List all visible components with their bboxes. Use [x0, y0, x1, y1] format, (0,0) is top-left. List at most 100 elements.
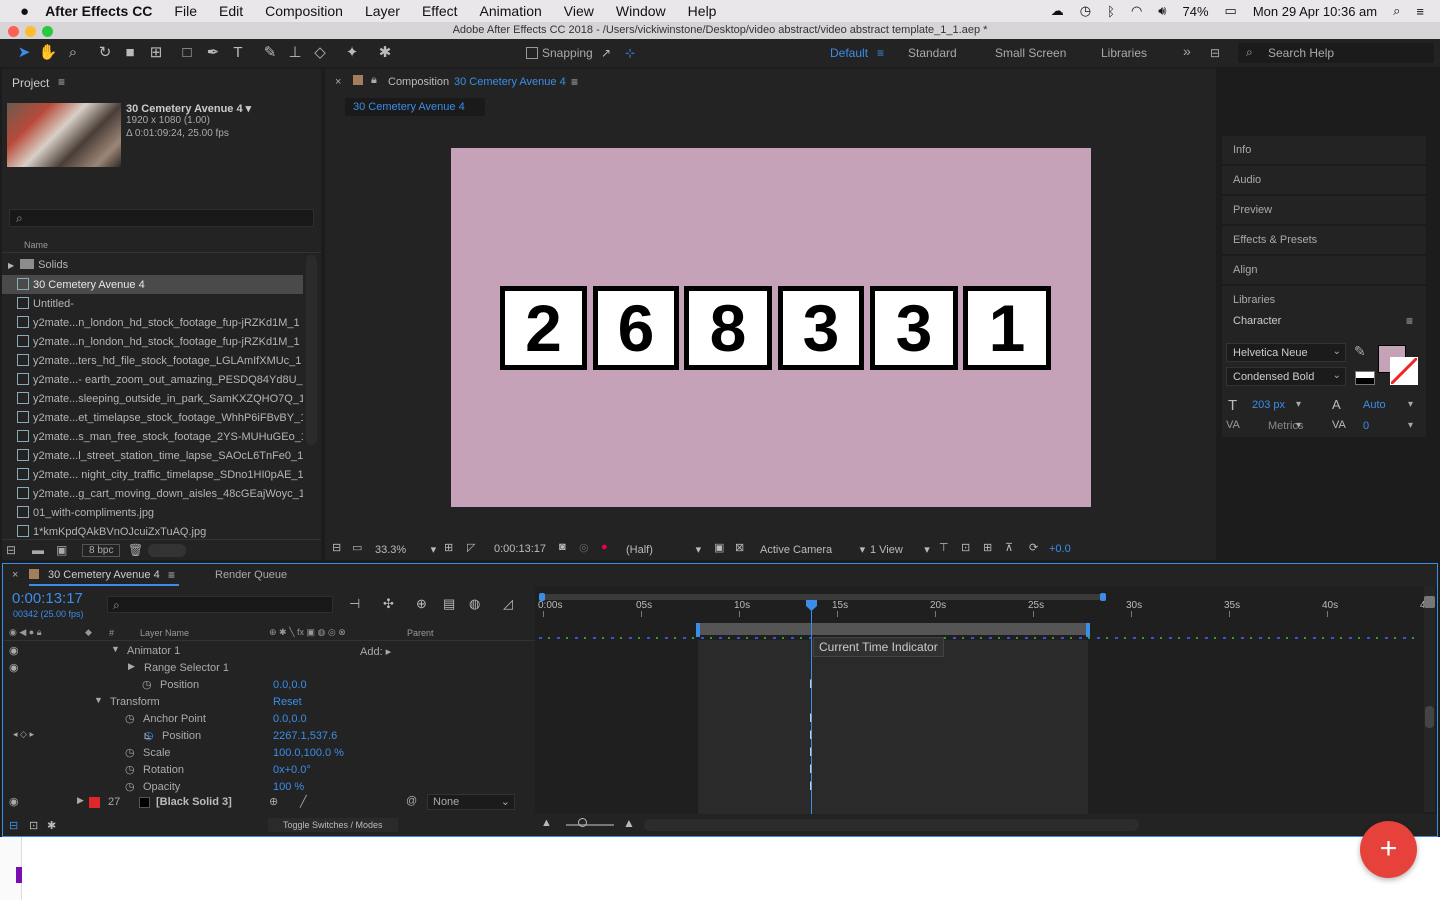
flowchart-view-icon[interactable]: ⊼: [1005, 541, 1013, 554]
workspace-libraries[interactable]: Libraries: [1101, 46, 1147, 60]
property-row[interactable]: ◷ ◂ ◇ ▸ ⊾ Position 2267.1,537.6: [3, 728, 535, 745]
motion-blur-icon[interactable]: ◍: [469, 596, 480, 612]
workspace-menu-icon[interactable]: ≡: [877, 46, 884, 60]
resolution-dropdown[interactable]: (Half) ▾: [626, 543, 701, 556]
tracking-value[interactable]: 0: [1363, 420, 1369, 432]
name-column-header[interactable]: Name: [24, 240, 48, 250]
property-value[interactable]: 100 %: [273, 781, 304, 793]
close-window-button[interactable]: [8, 26, 19, 37]
parent-header[interactable]: Parent: [407, 628, 434, 638]
property-row[interactable]: ◷ Scale 100.0,100.0 %: [3, 745, 535, 762]
expand-triangle-icon[interactable]: ▶: [77, 795, 84, 806]
draft-3d-icon[interactable]: ✣: [383, 596, 394, 612]
expand-triangle-icon[interactable]: ▶: [128, 661, 135, 672]
comp-canvas[interactable]: 2 6 8 3 3 1: [451, 148, 1091, 507]
quality-switch-icon[interactable]: ╱: [300, 795, 307, 808]
zoom-dropdown[interactable]: 33.3% ▾: [375, 543, 436, 556]
project-zoom-slider[interactable]: [148, 544, 186, 557]
pan-behind-tool-icon[interactable]: ⊞: [146, 43, 166, 63]
comp-mini-flowchart-icon[interactable]: ⊣: [349, 596, 360, 612]
snap-features-icon[interactable]: ⊹: [620, 43, 640, 63]
shy-layers-icon[interactable]: ⊕: [416, 596, 427, 612]
keyframe-ibeam-marker[interactable]: I: [809, 779, 812, 793]
layer-label-color[interactable]: [89, 797, 100, 808]
project-item[interactable]: y2mate...et_timelapse_stock_footage_WhhP…: [2, 408, 303, 427]
project-item[interactable]: y2mate...n_london_hd_stock_footage_fup-j…: [2, 313, 303, 332]
pickwhip-icon[interactable]: @: [406, 795, 417, 807]
zoom-in-icon[interactable]: ▲: [623, 816, 635, 830]
panel-audio[interactable]: Audio: [1222, 166, 1426, 195]
menu-edit[interactable]: Edit: [219, 3, 243, 19]
snapshot-icon[interactable]: ◙: [559, 541, 566, 553]
panel-align[interactable]: Align: [1222, 256, 1426, 285]
brush-tool-icon[interactable]: ✎: [260, 43, 280, 63]
layer-row[interactable]: ◉ ▶ 27 [Black Solid 3] ⊕ ╱ @ None ⌄: [3, 794, 535, 811]
property-value[interactable]: 0.0,0.0: [273, 713, 307, 725]
keyframe-ibeam-marker[interactable]: I: [809, 677, 812, 691]
close-panel-icon[interactable]: ×: [335, 76, 341, 88]
monitor-icon[interactable]: ▭: [352, 541, 362, 554]
property-row[interactable]: ◉ ▶ Range Selector 1: [3, 660, 535, 677]
timeline-zoom-slider-thumb[interactable]: [578, 818, 587, 827]
type-tool-icon[interactable]: T: [228, 43, 248, 63]
region-of-interest-icon[interactable]: ▣: [714, 541, 724, 554]
layer-name[interactable]: [Black Solid 3]: [156, 796, 232, 808]
project-item[interactable]: 01_with-compliments.jpg: [2, 503, 303, 522]
menu-composition[interactable]: Composition: [265, 3, 343, 19]
layer-duration-bar[interactable]: [696, 623, 1090, 637]
toggle-switches-modes-button[interactable]: Toggle Switches / Modes: [268, 818, 398, 832]
comp-viewer[interactable]: 2 6 8 3 3 1: [325, 124, 1216, 534]
property-value[interactable]: 100.0,100.0 %: [273, 747, 344, 759]
zoom-out-icon[interactable]: ▲: [541, 817, 552, 829]
property-value[interactable]: 2267.1,537.6: [273, 730, 337, 742]
scroll-up-handle[interactable]: [1424, 596, 1435, 608]
project-item[interactable]: y2mate...g_cart_moving_down_aisles_48cGE…: [2, 484, 303, 503]
project-comp-name[interactable]: 30 Cemetery Avenue 4 ▾: [126, 102, 251, 115]
panel-info[interactable]: Info: [1222, 136, 1426, 165]
timeline-icon[interactable]: ⊞: [983, 541, 992, 554]
expand-triangle-icon[interactable]: ▼: [94, 695, 103, 705]
menu-view[interactable]: View: [564, 3, 594, 19]
font-style-dropdown[interactable]: Condensed Bold ⌄: [1226, 367, 1346, 386]
layer-name-header[interactable]: Layer Name: [140, 628, 189, 638]
menu-window[interactable]: Window: [616, 3, 666, 19]
property-row[interactable]: ◉ ▼ Animator 1 Add: ▸: [3, 643, 535, 660]
clock[interactable]: Mon 29 Apr 10:36 am: [1253, 4, 1377, 19]
eye-icon[interactable]: ◉: [9, 795, 19, 808]
minimize-window-button[interactable]: [25, 26, 36, 37]
eraser-tool-icon[interactable]: ◇: [310, 43, 330, 63]
duration-end-handle[interactable]: [1086, 623, 1090, 637]
add-animator-button[interactable]: Add: ▸: [360, 645, 391, 658]
project-scrollbar[interactable]: [306, 255, 317, 445]
stroke-color-swatch[interactable]: [1390, 357, 1418, 385]
bluetooth-icon[interactable]: ᛒ: [1107, 4, 1115, 19]
color-channels-icon[interactable]: ●: [601, 541, 608, 553]
property-value[interactable]: 0.0,0.0: [273, 679, 307, 691]
battery-percent[interactable]: 74%: [1182, 4, 1208, 19]
property-row[interactable]: ◷ Anchor Point 0.0,0.0: [3, 711, 535, 728]
app-name-menu[interactable]: After Effects CC: [45, 3, 152, 19]
notification-center-icon[interactable]: ≡: [1416, 4, 1424, 19]
stopwatch-icon[interactable]: ◷: [125, 780, 135, 793]
eyedropper-icon[interactable]: ✎: [1354, 343, 1366, 360]
property-row[interactable]: ◷ Rotation 0x+0.0°: [3, 762, 535, 779]
timeline-vertical-scrollbar[interactable]: [1424, 586, 1435, 812]
menu-effect[interactable]: Effect: [422, 3, 458, 19]
project-item[interactable]: y2mate...l_street_station_time_lapse_SAO…: [2, 446, 303, 465]
workspace-default[interactable]: Default: [830, 46, 868, 60]
puppet-pin-tool-icon[interactable]: ✱: [375, 43, 395, 63]
property-row[interactable]: ◷ Position 0.0,0.0: [3, 677, 535, 694]
menu-layer[interactable]: Layer: [365, 3, 400, 19]
render-queue-tab[interactable]: Render Queue: [215, 569, 287, 581]
panel-effects-presets[interactable]: Effects & Presets: [1222, 226, 1426, 255]
add-button[interactable]: +: [1360, 821, 1417, 878]
project-panel-menu-icon[interactable]: ≡: [58, 75, 65, 89]
interpret-footage-icon[interactable]: ⊟: [6, 543, 16, 557]
views-dropdown[interactable]: 1 View ▾: [870, 543, 930, 556]
keyframe-ibeam-marker[interactable]: I: [809, 728, 812, 742]
stopwatch-icon[interactable]: ◷: [125, 763, 135, 776]
wifi-icon[interactable]: ◠: [1131, 3, 1142, 19]
project-item[interactable]: y2mate...s_man_free_stock_footage_2YS-MU…: [2, 427, 303, 446]
property-row[interactable]: ▼ Transform Reset: [3, 694, 535, 711]
always-preview-icon[interactable]: ⊟: [332, 541, 341, 554]
